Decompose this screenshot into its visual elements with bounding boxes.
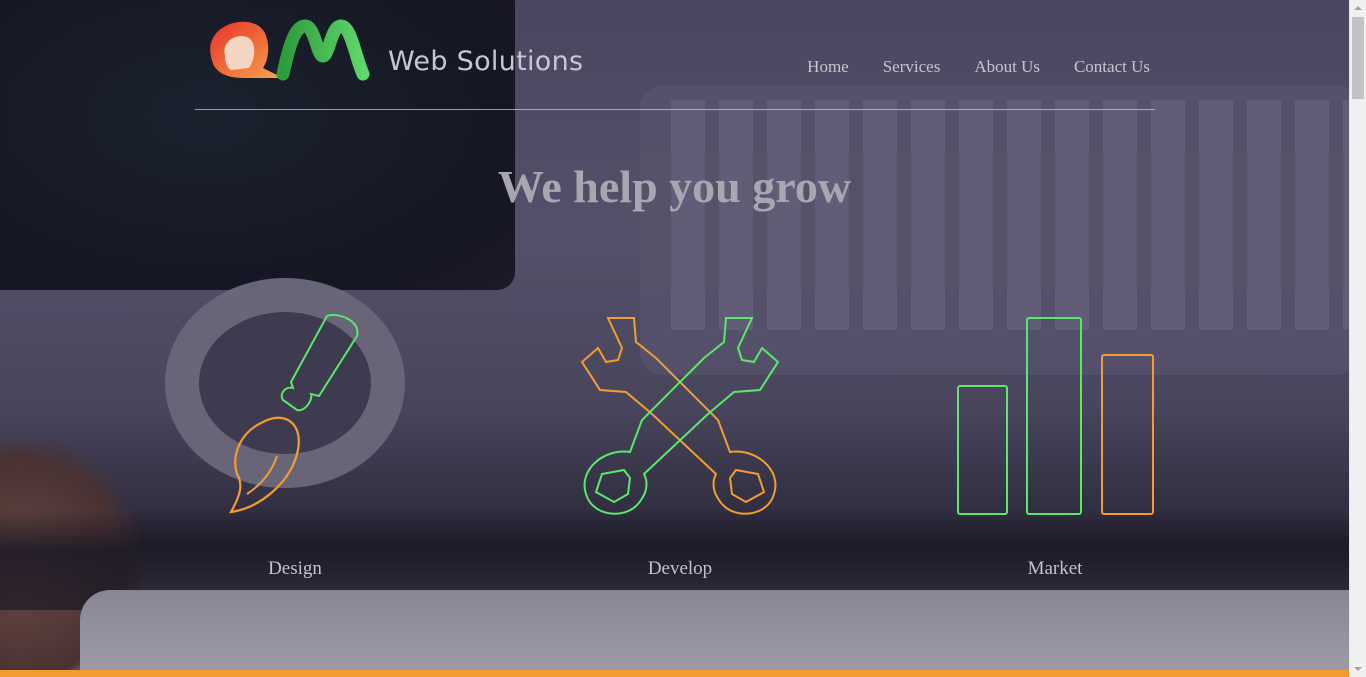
scrollbar-thumb[interactable]	[1352, 17, 1364, 99]
nav-home[interactable]: Home	[807, 57, 849, 77]
feature-design[interactable]: Design	[175, 314, 415, 579]
brand-name[interactable]: Web Solutions	[388, 46, 583, 77]
main-nav: Home Services About Us Contact Us	[807, 57, 1150, 77]
nav-contact-us[interactable]: Contact Us	[1074, 57, 1150, 77]
feature-develop[interactable]: Develop	[560, 314, 800, 579]
vertical-scrollbar[interactable]	[1349, 0, 1366, 677]
feature-label-design: Design	[268, 558, 322, 579]
feature-label-market: Market	[1027, 558, 1083, 579]
scroll-up-icon[interactable]	[1354, 6, 1362, 10]
feature-market[interactable]: Market	[935, 314, 1175, 579]
feature-label-develop: Develop	[647, 558, 713, 579]
site-header: Web Solutions Home Services About Us Con…	[195, 10, 1155, 110]
paintbrush-icon	[228, 314, 359, 514]
scroll-down-icon[interactable]	[1354, 667, 1362, 671]
bottom-accent-bar	[0, 670, 1349, 677]
nav-services[interactable]: Services	[883, 57, 941, 77]
site-logo[interactable]	[205, 16, 373, 82]
hero-title: We help you grow	[497, 161, 852, 212]
crossed-wrenches-icon	[580, 317, 780, 515]
bar-chart-icon	[957, 317, 1154, 515]
nav-about-us[interactable]: About Us	[974, 57, 1040, 77]
